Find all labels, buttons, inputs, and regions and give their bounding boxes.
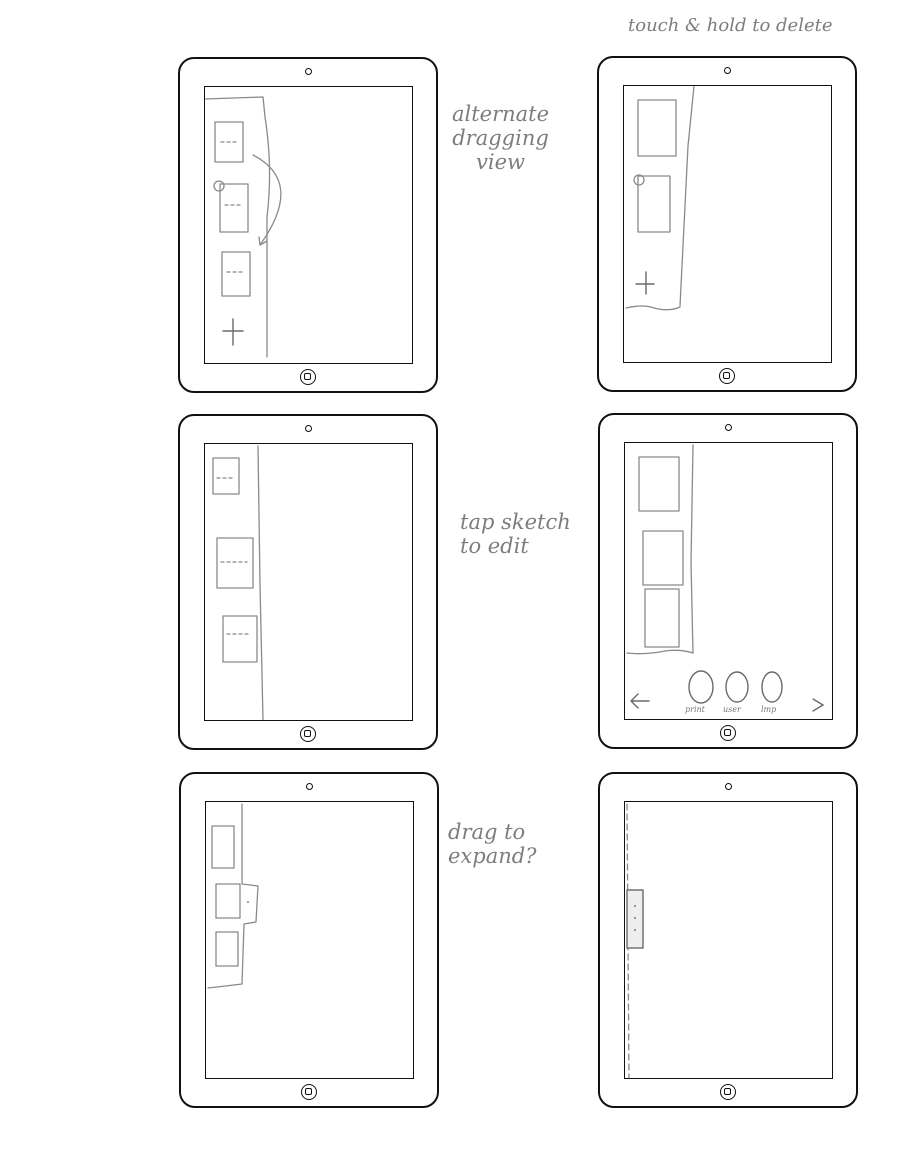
tablet-screen	[623, 85, 832, 363]
thumbnail-3	[215, 931, 239, 967]
camera-dot	[724, 67, 731, 74]
forward-arrow-icon	[812, 698, 825, 712]
thumbnail-2	[219, 183, 249, 233]
tablet-screen	[205, 801, 414, 1079]
note-drag-to-expand: drag to expand?	[448, 820, 537, 868]
thumbnail-2	[215, 883, 241, 919]
thumbnail-2	[637, 175, 671, 233]
tablet-panel-3	[178, 414, 438, 750]
print-button-shape	[688, 670, 714, 704]
thumbnail-1	[211, 825, 235, 869]
tablet-panel-1	[178, 57, 438, 393]
add-plus-icon	[635, 271, 655, 295]
thumbnail-3	[644, 588, 680, 648]
tablet-panel-4: print user lmp	[598, 413, 858, 749]
camera-dot	[725, 424, 732, 431]
toolbar-label-print[interactable]: print	[685, 705, 705, 714]
thumbnail-1	[212, 457, 240, 495]
sketch-sidebar-drawing	[205, 96, 282, 358]
add-plus-icon	[222, 318, 244, 346]
home-button[interactable]	[720, 1084, 736, 1100]
sketch-sidebar-drawing	[626, 444, 825, 712]
tablet-panel-6	[598, 772, 858, 1108]
sketch-sidebar-drawing	[626, 803, 644, 1078]
tablet-screen: print user lmp	[624, 442, 833, 720]
thumbnail-3	[222, 615, 258, 663]
camera-dot	[725, 783, 732, 790]
note-tap-sketch-to-edit: tap sketch to edit	[460, 510, 571, 558]
thumbnail-2	[216, 537, 254, 589]
home-button[interactable]	[300, 369, 316, 385]
tablet-screen	[204, 86, 413, 364]
note-alternate-dragging-view: alternate dragging view	[452, 102, 550, 174]
toolbar-label-lmp[interactable]: lmp	[761, 705, 776, 714]
home-button[interactable]	[300, 726, 316, 742]
lmp-button-shape	[761, 671, 783, 703]
toolbar-label-user[interactable]: user	[723, 705, 741, 714]
delete-badge-icon	[213, 180, 225, 192]
sketch-sidebar-drawing	[625, 86, 695, 311]
thumbnail-1	[637, 99, 677, 157]
note-touch-hold-to-delete: touch & hold to delete	[628, 15, 833, 36]
user-button-shape	[725, 671, 749, 703]
tablet-screen	[624, 801, 833, 1079]
sketch-sidebar-drawing	[207, 803, 259, 989]
camera-dot	[305, 68, 312, 75]
home-button[interactable]	[719, 368, 735, 384]
sketch-sidebar-drawing	[212, 445, 264, 720]
camera-dot	[306, 783, 313, 790]
thumbnail-2	[642, 530, 684, 586]
thumbnail-3	[221, 251, 251, 297]
thumbnail-1	[638, 456, 680, 512]
tablet-screen	[204, 443, 413, 721]
drag-handle-dot	[247, 901, 249, 903]
tablet-panel-2	[597, 56, 857, 392]
home-button[interactable]	[301, 1084, 317, 1100]
camera-dot	[305, 425, 312, 432]
home-button[interactable]	[720, 725, 736, 741]
back-arrow-icon	[630, 693, 650, 709]
tablet-panel-5	[179, 772, 439, 1108]
